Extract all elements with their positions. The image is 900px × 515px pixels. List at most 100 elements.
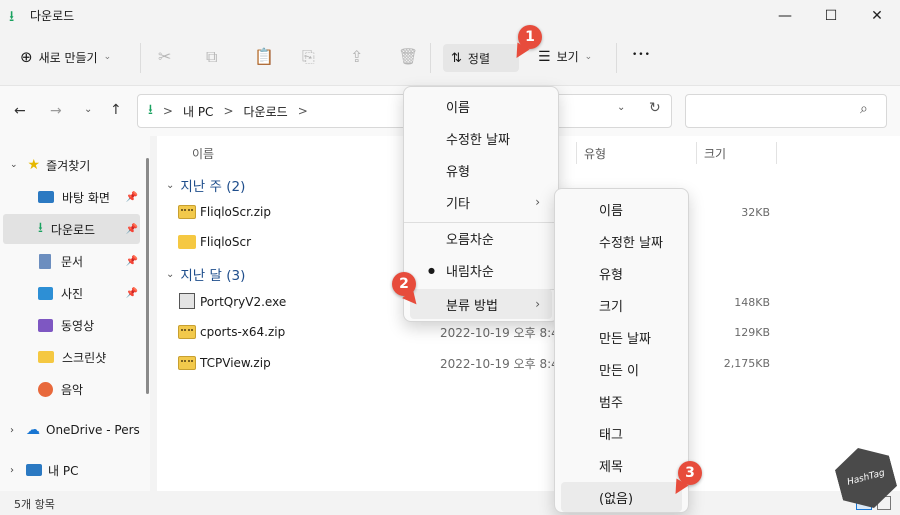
chevron-right-icon: › (535, 297, 540, 311)
nav-item-pictures[interactable]: 사진 📌 (0, 278, 140, 308)
group-by-item-tags[interactable]: 태그 (561, 418, 682, 448)
chevron-down-icon: ⌄ (166, 268, 175, 280)
cut-icon[interactable]: ✂ (158, 47, 171, 66)
back-arrow-icon[interactable]: ← (14, 103, 26, 119)
column-header-name[interactable]: 이름 (192, 145, 214, 162)
nav-item-onedrive[interactable]: › ☁ OneDrive - Perso (0, 415, 140, 445)
more-options-button[interactable]: ••• (632, 50, 651, 60)
chevron-down-icon: ⌄ (166, 179, 175, 191)
group-header[interactable]: ⌄ 지난 주 (2) (166, 175, 245, 195)
column-header-size[interactable]: 크기 (704, 145, 726, 162)
group-by-item-category[interactable]: 범주 (561, 386, 682, 416)
pin-icon: 📌 (125, 287, 138, 299)
selected-bullet-icon: ● (428, 265, 435, 275)
file-size: 129KB (734, 325, 770, 339)
plus-circle-icon: ⊕ (20, 48, 33, 66)
group-by-submenu: 이름 수정한 날짜 유형 크기 만든 날짜 만든 이 범주 태그 제목 (없음) (554, 188, 689, 513)
sort-menu-item-descending-label: 내림차순 (446, 264, 494, 280)
column-divider[interactable] (776, 142, 777, 164)
nav-scrollbar[interactable] (146, 158, 149, 394)
search-icon[interactable]: ⌕ (860, 101, 868, 117)
sort-menu-item-ascending[interactable]: 오름차순 (410, 223, 552, 253)
up-arrow-icon[interactable]: ↑ (110, 102, 122, 118)
file-date: 2022-10-19 오후 8:4 (440, 356, 559, 371)
sort-menu-item-more-label: 기타 (446, 196, 470, 212)
group-header-label: 지난 달 (3) (180, 268, 246, 284)
delete-icon[interactable]: 🗑 (398, 47, 418, 66)
address-history-chevron-icon[interactable]: ⌄ (617, 102, 625, 113)
copy-icon[interactable]: ⧉ (206, 47, 217, 67)
zip-icon (178, 356, 196, 370)
group-by-item-date-modified[interactable]: 수정한 날짜 (561, 226, 682, 256)
nav-item-label: OneDrive - Perso (46, 423, 140, 437)
breadcrumb-this-pc[interactable]: 내 PC (183, 103, 213, 120)
column-divider[interactable] (696, 142, 697, 164)
nav-item-this-pc[interactable]: › 내 PC (0, 455, 140, 485)
maximize-button[interactable]: ☐ (808, 0, 854, 32)
nav-item-screenshots[interactable]: 스크린샷 (0, 342, 140, 372)
chevron-right-icon: › (10, 464, 14, 476)
rename-icon[interactable]: ⎘ (302, 47, 315, 67)
minimize-button[interactable]: — (762, 0, 808, 32)
search-input[interactable] (685, 94, 887, 128)
pictures-icon (38, 286, 53, 300)
breadcrumb-separator: > (297, 104, 308, 118)
nav-item-label: 다운로드 (50, 222, 96, 237)
status-bar (0, 491, 900, 515)
cloud-icon: ☁ (26, 422, 40, 438)
nav-item-label: 음악 (61, 382, 84, 397)
toolbar-divider (430, 43, 431, 73)
sort-menu-item-more[interactable]: 기타 › (410, 187, 552, 217)
group-by-item-name[interactable]: 이름 (561, 194, 682, 224)
file-name: cports-x64.zip (200, 325, 286, 339)
nav-item-documents[interactable]: 문서 📌 (0, 246, 140, 276)
nav-item-videos[interactable]: 동영상 (0, 310, 140, 340)
chevron-right-icon: › (535, 195, 540, 209)
sort-button-label: 정렬 (467, 51, 490, 66)
download-icon: ⭳ (38, 220, 43, 236)
group-by-item-title[interactable]: 제목 (561, 450, 682, 480)
video-icon (38, 318, 53, 332)
view-button[interactable]: ☰ 보기 ⌄ (538, 48, 592, 65)
toolbar-divider (616, 43, 617, 73)
group-by-item-type[interactable]: 유형 (561, 258, 682, 288)
watermark-text: HashTag (846, 468, 886, 488)
nav-quick-access[interactable]: ⌄ ★ 즐겨찾기 (0, 150, 140, 180)
nav-item-music[interactable]: 음악 (0, 374, 140, 404)
sort-button[interactable]: ⇅ 정렬 (443, 44, 519, 72)
sort-menu: 이름 수정한 날짜 유형 기타 › 오름차순 ● 내림차순 분류 방법 › (403, 86, 559, 322)
share-icon[interactable]: ⇪ (350, 47, 363, 66)
music-icon (38, 381, 53, 397)
computer-icon (26, 464, 42, 476)
nav-item-desktop[interactable]: 바탕 화면 📌 (0, 182, 140, 212)
group-by-item-date-created[interactable]: 만든 날짜 (561, 322, 682, 352)
desktop-icon (38, 191, 54, 203)
sort-menu-item-type[interactable]: 유형 (410, 155, 552, 185)
sort-menu-item-descending[interactable]: ● 내림차순 (410, 255, 552, 285)
close-button[interactable]: ✕ (854, 0, 900, 32)
download-icon: ⭳ (9, 7, 15, 25)
file-name: TCPView.zip (200, 356, 271, 370)
window-title: 다운로드 (30, 9, 75, 23)
recent-locations-chevron-icon[interactable]: ⌄ (84, 104, 92, 115)
file-name: FliqloScr (200, 235, 252, 249)
column-header-type[interactable]: 유형 (584, 145, 606, 162)
nav-item-downloads[interactable]: ⭳ 다운로드 📌 (3, 214, 140, 244)
group-by-item-size[interactable]: 크기 (561, 290, 682, 320)
group-by-item-none[interactable]: (없음) (561, 482, 682, 512)
chevron-right-icon: › (10, 424, 14, 436)
refresh-icon[interactable]: ↻ (649, 100, 661, 116)
sort-icon: ⇅ (451, 50, 462, 66)
sort-menu-item-group-by[interactable]: 분류 방법 › (410, 289, 552, 319)
forward-arrow-icon[interactable]: → (50, 103, 62, 119)
sort-menu-item-date-modified[interactable]: 수정한 날짜 (410, 123, 552, 153)
sort-menu-item-name[interactable]: 이름 (410, 91, 552, 121)
new-button[interactable]: ⊕ 새로 만들기 ⌄ (20, 48, 111, 66)
star-icon: ★ (27, 157, 41, 173)
column-divider[interactable] (576, 142, 577, 164)
paste-icon[interactable]: 📋 (254, 47, 274, 66)
group-by-item-authors[interactable]: 만든 이 (561, 354, 682, 384)
breadcrumb-downloads[interactable]: 다운로드 (244, 103, 288, 120)
pin-icon: 📌 (125, 191, 138, 203)
group-header[interactable]: ⌄ 지난 달 (3) (166, 264, 245, 284)
